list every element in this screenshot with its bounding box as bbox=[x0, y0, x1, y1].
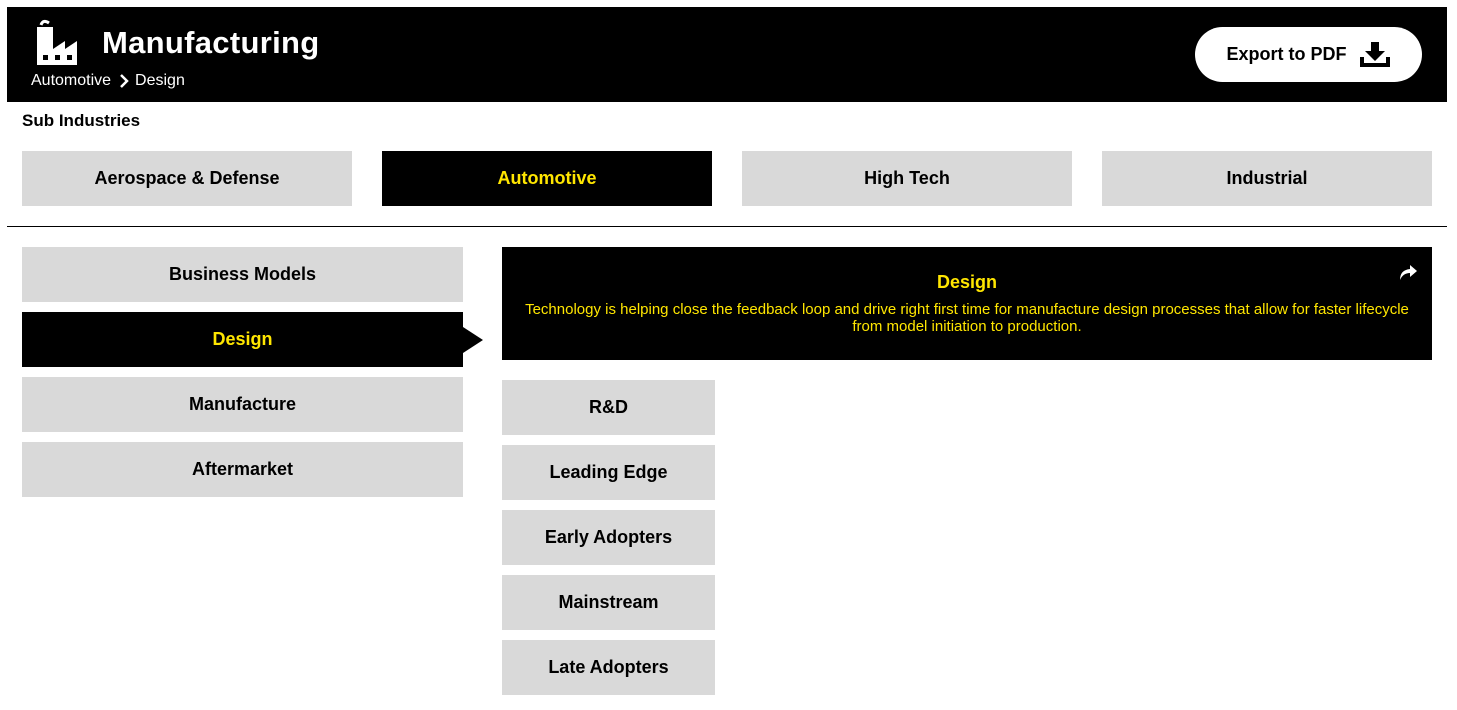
detail-description: Technology is helping close the feedback… bbox=[525, 301, 1409, 335]
breadcrumb-item-automotive[interactable]: Automotive bbox=[31, 71, 111, 91]
download-icon bbox=[1359, 41, 1391, 68]
share-icon[interactable] bbox=[1398, 264, 1418, 282]
breadcrumb: Automotive Design bbox=[31, 71, 185, 91]
category-label: Aftermarket bbox=[191, 459, 294, 479]
category-business-models[interactable]: Business Models bbox=[22, 247, 463, 302]
chevron-right-icon bbox=[119, 74, 129, 88]
stage-mainstream[interactable]: Mainstream bbox=[502, 575, 715, 630]
factory-icon bbox=[33, 19, 81, 67]
export-label: Export to PDF bbox=[1226, 44, 1347, 64]
tab-high-tech[interactable]: High Tech bbox=[742, 151, 1072, 206]
tab-industrial[interactable]: Industrial bbox=[1102, 151, 1432, 206]
category-design[interactable]: Design bbox=[22, 312, 483, 367]
breadcrumb-item-design: Design bbox=[135, 72, 185, 89]
section-divider bbox=[7, 226, 1447, 227]
export-pdf-button[interactable]: Export to PDF bbox=[1195, 27, 1422, 82]
tab-automotive[interactable]: Automotive bbox=[382, 151, 712, 206]
category-aftermarket[interactable]: Aftermarket bbox=[22, 442, 463, 497]
stage-leading-edge[interactable]: Leading Edge bbox=[502, 445, 715, 500]
tab-aerospace-defense[interactable]: Aerospace & Defense bbox=[22, 151, 352, 206]
category-label: Design bbox=[212, 329, 273, 349]
page-title: Manufacturing bbox=[102, 25, 320, 60]
stage-rd[interactable]: R&D bbox=[502, 380, 715, 435]
page-header: Manufacturing Automotive Design Export t… bbox=[7, 7, 1447, 102]
detail-title: Design bbox=[936, 272, 997, 292]
category-label: Business Models bbox=[168, 264, 317, 284]
stage-late-adopters[interactable]: Late Adopters bbox=[502, 640, 715, 695]
detail-panel: Design Technology is helping close the f… bbox=[502, 247, 1432, 360]
pointer-arrow-icon bbox=[463, 327, 483, 353]
category-manufacture[interactable]: Manufacture bbox=[22, 377, 463, 432]
category-label: Manufacture bbox=[188, 394, 296, 414]
sub-industries-label: Sub Industries bbox=[22, 111, 141, 130]
stage-early-adopters[interactable]: Early Adopters bbox=[502, 510, 715, 565]
